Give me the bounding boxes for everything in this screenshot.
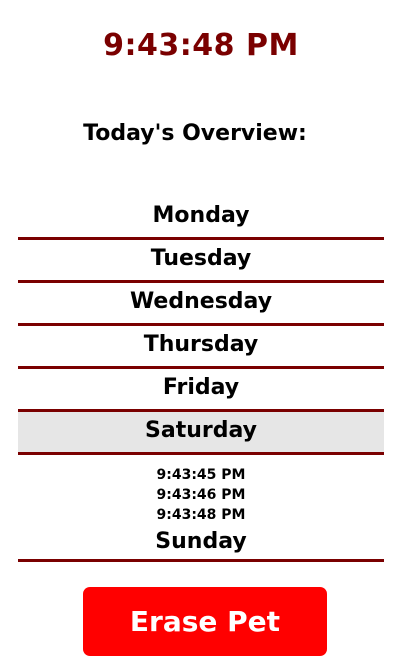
day-label: Monday [152,203,250,228]
day-row-wednesday[interactable]: Wednesday [18,283,384,326]
day-label: Wednesday [129,289,273,314]
erase-pet-button[interactable]: Erase Pet [83,587,327,656]
day-row-thursday[interactable]: Thursday [18,326,384,369]
day-row-monday[interactable]: Monday [18,197,384,240]
log-entry: 9:43:45 PM [156,467,246,483]
day-label: Thursday [143,332,259,357]
day-label: Friday [162,375,240,400]
log-entry: 9:43:48 PM [156,507,246,523]
day-label: Sunday [155,529,247,554]
overview-heading: Today's Overview: [83,121,307,146]
day-label: Tuesday [150,246,252,271]
day-row-sunday[interactable]: 9:43:45 PM 9:43:46 PM 9:43:48 PM Sunday [18,455,384,562]
time-log: 9:43:45 PM 9:43:46 PM 9:43:48 PM [18,455,384,527]
day-row-friday[interactable]: Friday [18,369,384,412]
day-label: Saturday [18,412,384,452]
day-list: Monday Tuesday Wednesday Thursday Friday… [18,197,384,562]
day-row-saturday[interactable]: Saturday [18,412,384,455]
day-row-tuesday[interactable]: Tuesday [18,240,384,283]
log-entry: 9:43:46 PM [156,487,246,503]
current-time: 9:43:48 PM [103,28,299,63]
